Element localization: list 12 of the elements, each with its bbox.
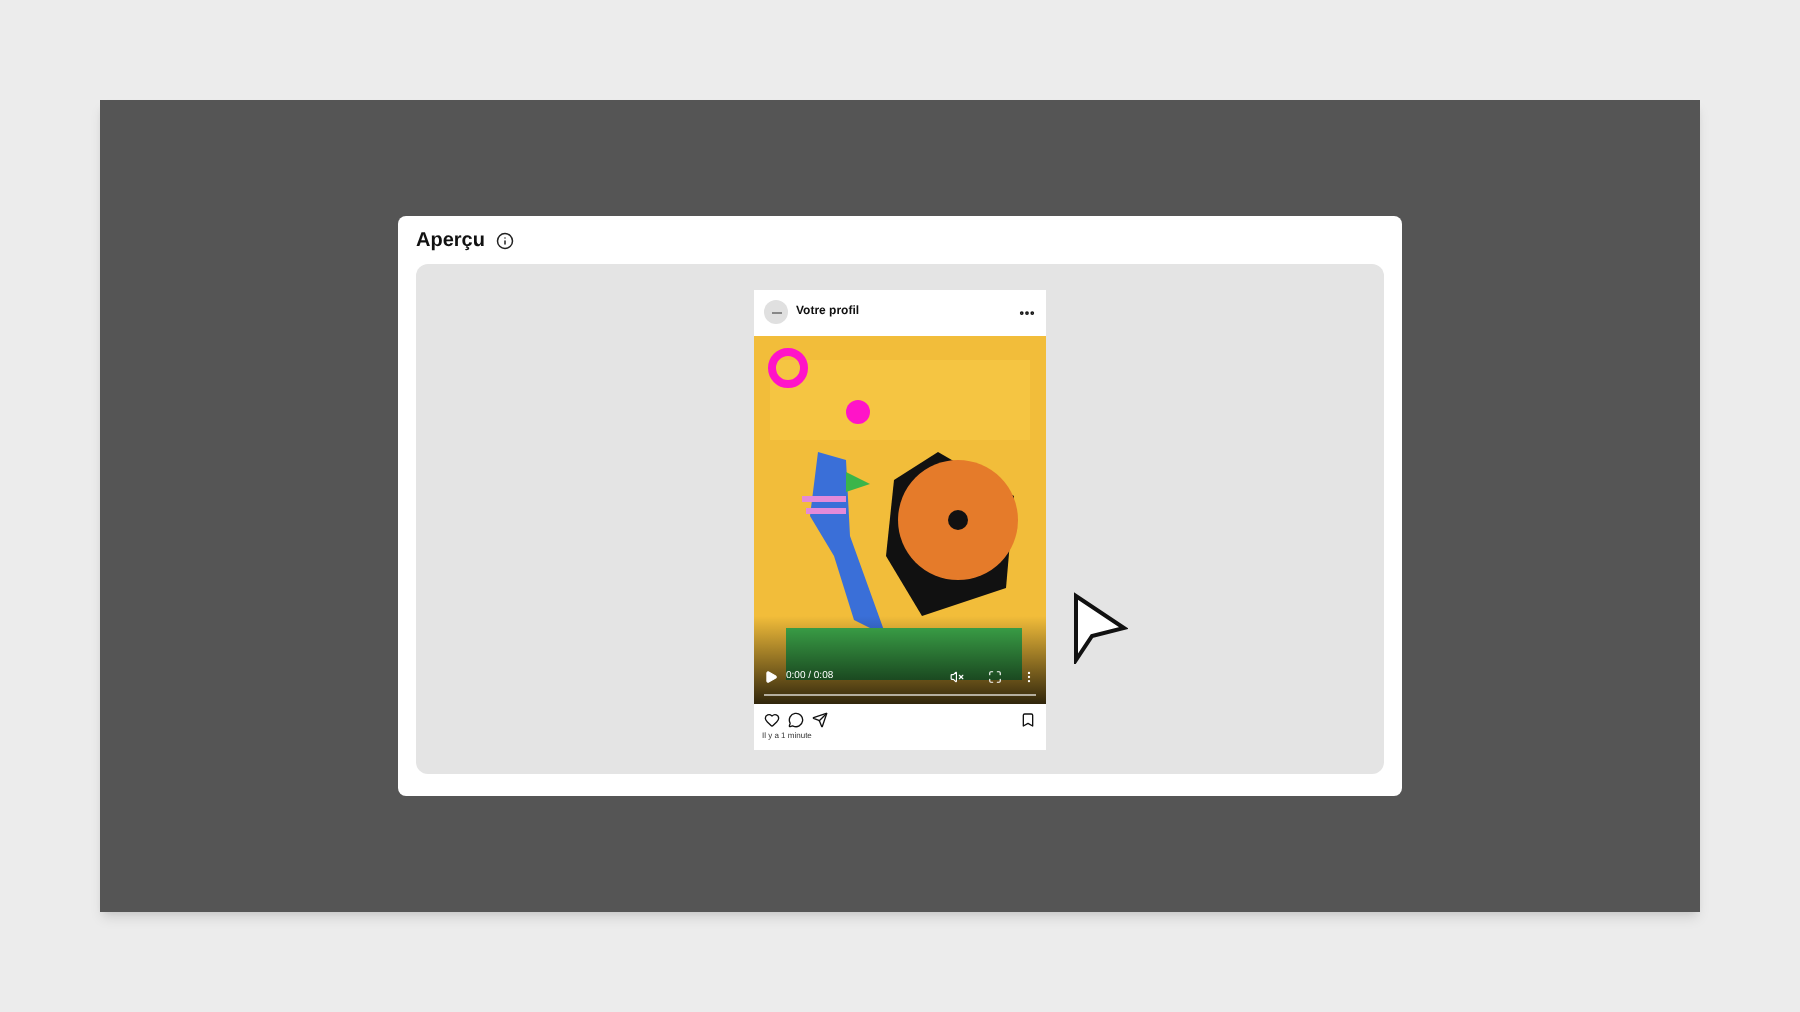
fullscreen-icon[interactable] [988, 670, 1002, 685]
send-icon[interactable] [812, 711, 828, 727]
cursor-icon [1072, 592, 1128, 664]
bookmark-icon[interactable] [1020, 711, 1036, 727]
more-icon[interactable] [1022, 670, 1036, 685]
comment-icon[interactable] [788, 711, 804, 727]
info-icon[interactable] [496, 231, 515, 249]
heart-icon[interactable] [764, 711, 780, 727]
preview-title: Aperçu [416, 227, 485, 255]
play-icon[interactable] [764, 670, 778, 685]
mute-icon[interactable] [950, 670, 964, 685]
avatar [764, 300, 788, 324]
